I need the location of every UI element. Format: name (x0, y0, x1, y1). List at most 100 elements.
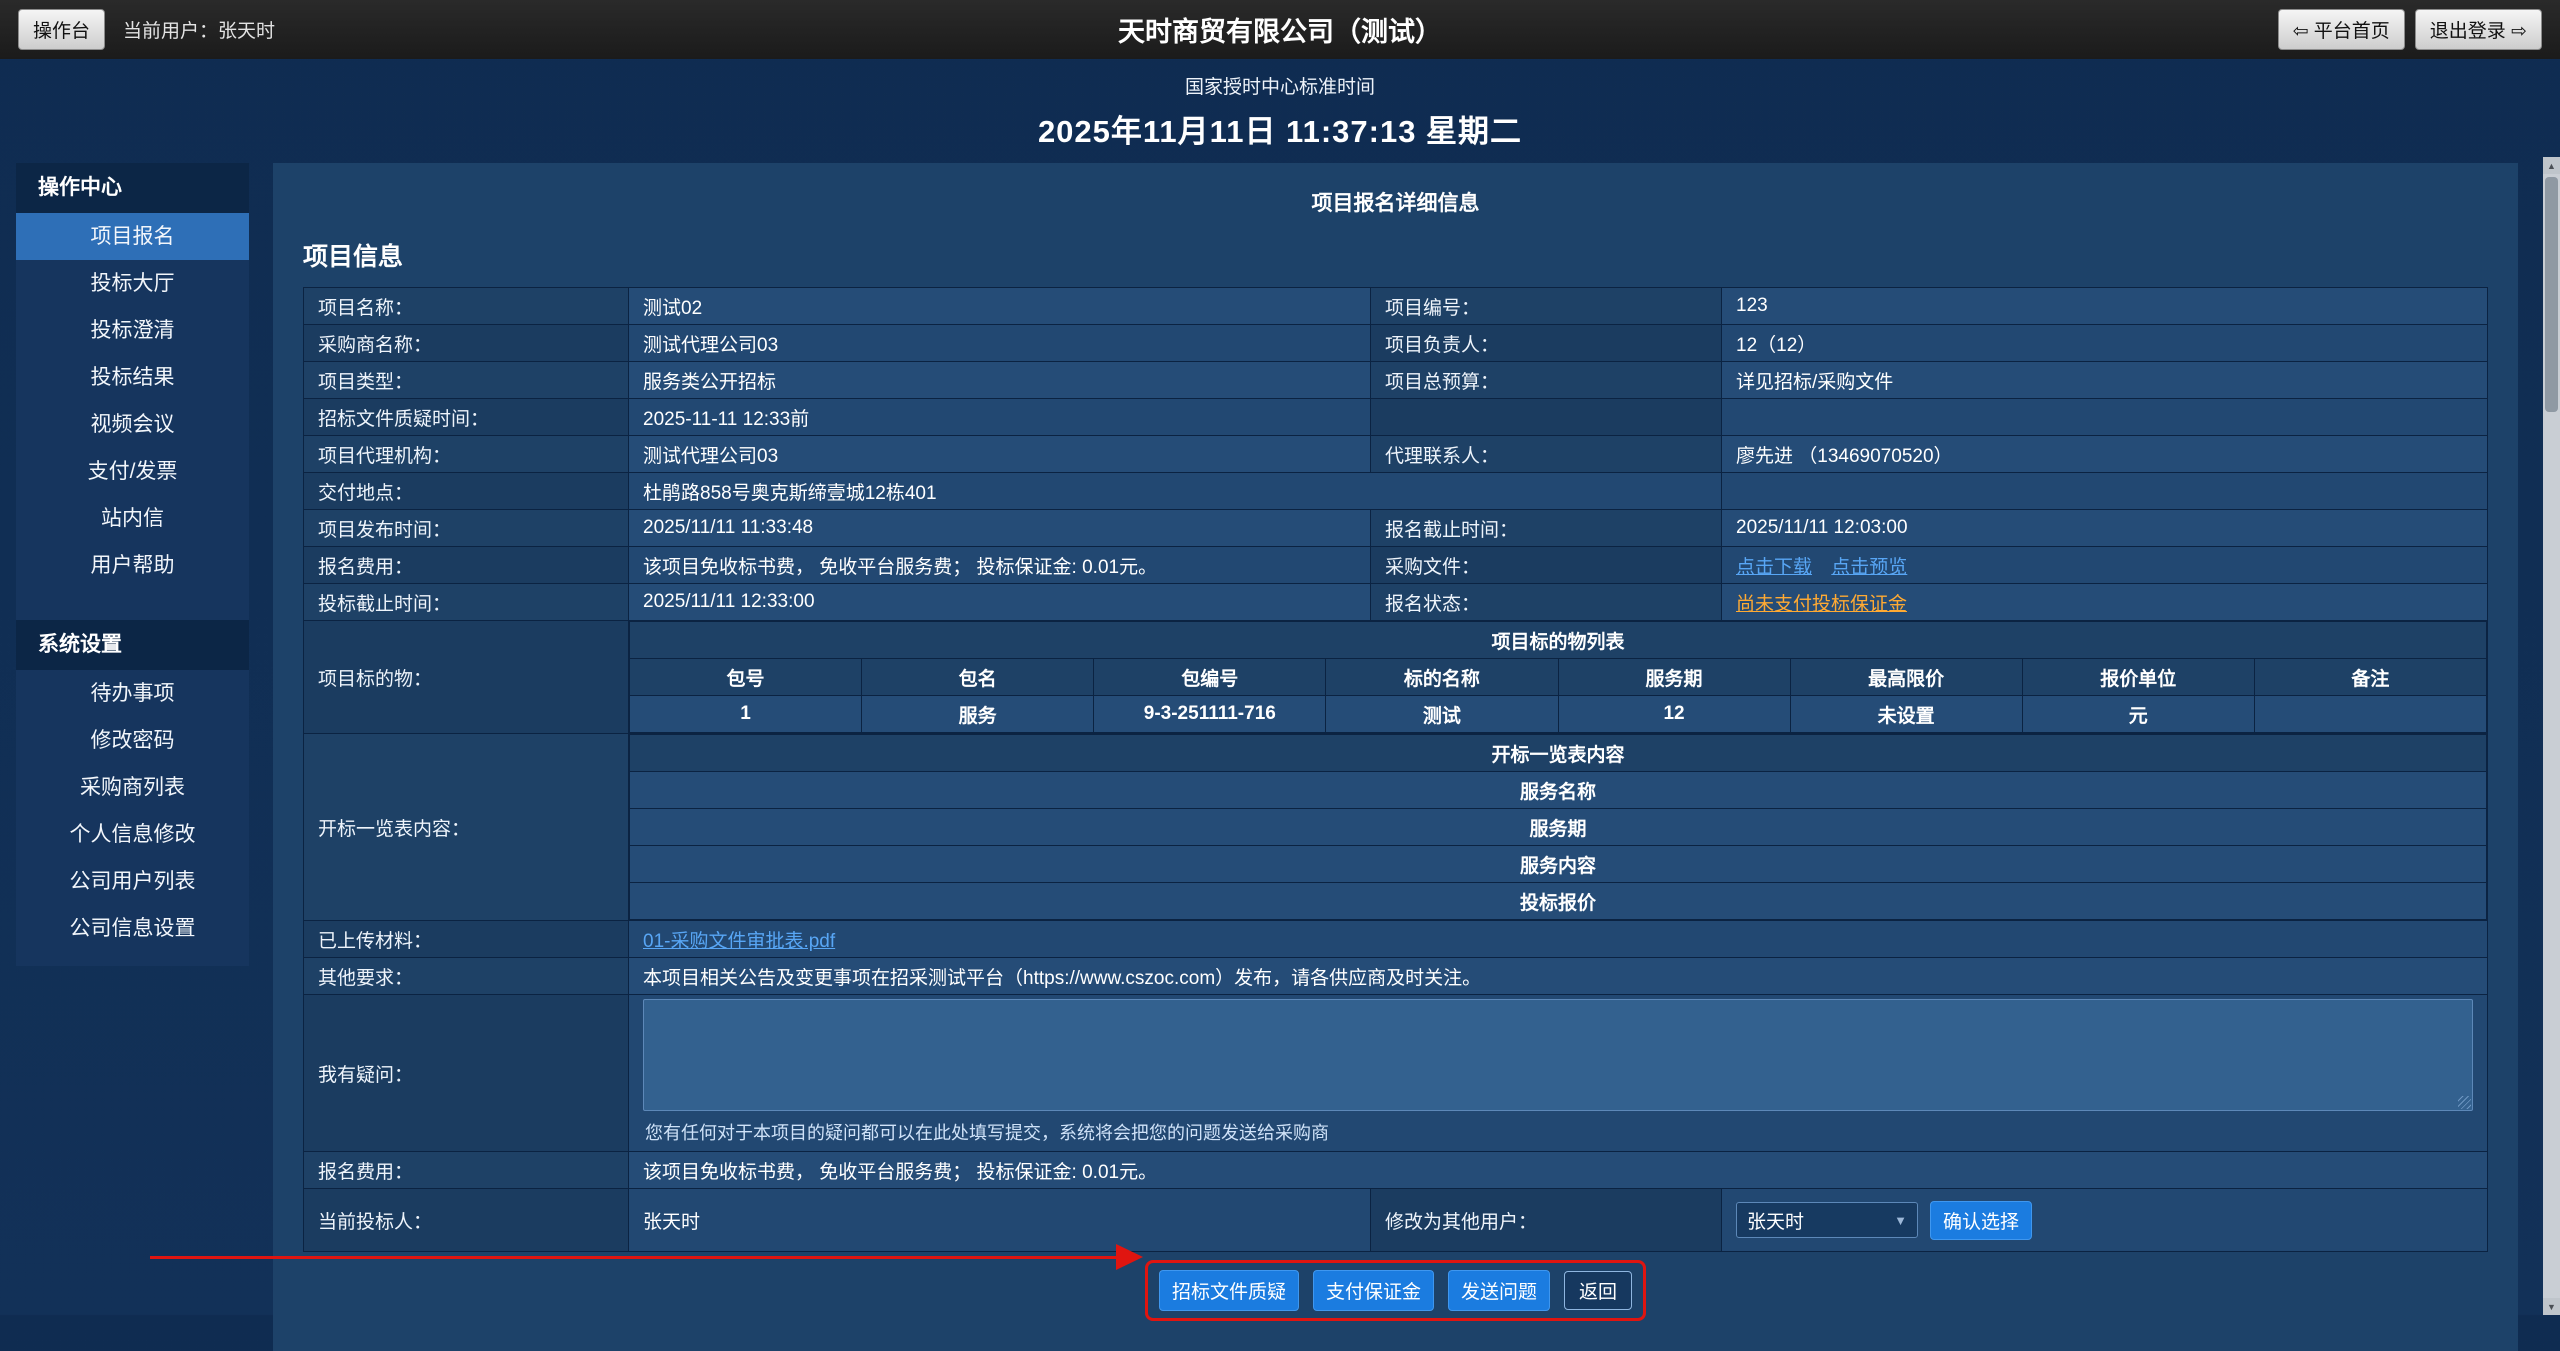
user-select[interactable]: 张天时 ▼ (1736, 1202, 1918, 1238)
publish-time-value: 2025/11/11 11:33:48 (629, 510, 1371, 547)
subjects-table-cell: 项目标的物列表 包号 包名 包编号 标的名称 服务期 最高限价 报价单位 (629, 621, 2488, 734)
table-row: 1 服务 9-3-251111-716 测试 12 未设置 元 (630, 696, 2487, 733)
topbar-left: 操作台 当前用户：张天时 (18, 9, 275, 50)
opening-row-service-period: 服务期 (630, 809, 2487, 846)
sidebar-item-project-signup[interactable]: 项目报名 (16, 213, 249, 260)
switch-user-cell: 张天时 ▼ 确认选择 (1722, 1189, 2488, 1252)
purchase-doc-label: 采购文件： (1371, 547, 1722, 584)
doc-question-button[interactable]: 招标文件质疑 (1159, 1270, 1299, 1311)
signup-deadline-label: 报名截止时间： (1371, 510, 1722, 547)
opening-row-service-content: 服务内容 (630, 846, 2487, 883)
table-row: 投标截止时间： 2025/11/11 12:33:00 报名状态： 尚未支付投标… (304, 584, 2488, 621)
table-row: 服务名称 (630, 772, 2487, 809)
signup-status-cell: 尚未支付投标保证金 (1722, 584, 2488, 621)
table-row: 采购商名称： 测试代理公司03 项目负责人： 12（12） (304, 325, 2488, 362)
delivery-label: 交付地点： (304, 473, 629, 510)
sidebar-item-company-settings[interactable]: 公司信息设置 (16, 905, 249, 952)
table-row-opening: 开标一览表内容： 开标一览表内容 服务名称 服务期 服务内容 投标报价 (304, 734, 2488, 921)
project-name-label: 项目名称： (304, 288, 629, 325)
table-row: 服务期 (630, 809, 2487, 846)
logout-button[interactable]: 退出登录 ⇨ (2415, 9, 2542, 50)
sidebar-item-video-meeting[interactable]: 视频会议 (16, 401, 249, 448)
table-row: 交付地点： 杜鹃路858号奥克斯缔壹城12栋401 (304, 473, 2488, 510)
scroll-down-icon[interactable]: ▼ (2543, 1298, 2560, 1315)
subjects-label: 项目标的物： (304, 621, 629, 734)
question-label: 我有疑问： (304, 995, 629, 1152)
sidebar-item-company-users[interactable]: 公司用户列表 (16, 858, 249, 905)
back-button[interactable]: 返回 (1564, 1271, 1632, 1310)
subjects-inner-table: 项目标的物列表 包号 包名 包编号 标的名称 服务期 最高限价 报价单位 (629, 621, 2487, 733)
standard-time-block: 国家授时中心标准时间 2025年11月11日 11:37:13 星期二 (0, 59, 2560, 163)
fee-label: 报名费用： (304, 547, 629, 584)
empty-cell (1371, 399, 1722, 436)
table-row: 开标一览表内容 (630, 735, 2487, 772)
scroll-up-icon[interactable]: ▲ (2543, 157, 2560, 174)
vertical-scrollbar[interactable]: ▲ ▼ (2543, 157, 2560, 1315)
confirm-select-button[interactable]: 确认选择 (1930, 1201, 2032, 1240)
subjects-header-service-period: 服务期 (1558, 659, 1790, 696)
sidebar-item-todo[interactable]: 待办事项 (16, 670, 249, 717)
sidebar-item-bid-clarification[interactable]: 投标澄清 (16, 307, 249, 354)
budget-value: 详见招标/采购文件 (1722, 362, 2488, 399)
company-title: 天时商贸有限公司（测试） (0, 10, 2560, 49)
subjects-header-remark: 备注 (2254, 659, 2486, 696)
doc-question-time-value: 2025-11-11 12:33前 (629, 399, 1371, 436)
purchaser-label: 采购商名称： (304, 325, 629, 362)
main-panel: 项目报名详细信息 项目信息 项目名称： 测试02 项目编号： 123 采购商名称… (273, 163, 2518, 1351)
scrollbar-thumb[interactable] (2545, 177, 2558, 412)
subjects-cell-subject-name: 测试 (1326, 696, 1558, 733)
subjects-header-pkg-name: 包名 (862, 659, 1094, 696)
question-textarea[interactable] (643, 999, 2473, 1111)
table-row: 项目发布时间： 2025/11/11 11:33:48 报名截止时间： 2025… (304, 510, 2488, 547)
sidebar-item-purchaser-list[interactable]: 采购商列表 (16, 764, 249, 811)
opening-table-cell: 开标一览表内容 服务名称 服务期 服务内容 投标报价 (629, 734, 2488, 921)
user-select-value: 张天时 (1747, 1207, 1804, 1234)
page-title: 项目报名详细信息 (303, 179, 2488, 231)
subjects-header-price-unit: 报价单位 (2022, 659, 2254, 696)
opening-inner-table: 开标一览表内容 服务名称 服务期 服务内容 投标报价 (629, 734, 2487, 920)
preview-link[interactable]: 点击预览 (1831, 557, 1907, 578)
sidebar-item-user-help[interactable]: 用户帮助 (16, 542, 249, 589)
table-row: 报名费用： 该项目免收标书费， 免收平台服务费； 投标保证金: 0.01元。 采… (304, 547, 2488, 584)
table-row: 招标文件质疑时间： 2025-11-11 12:33前 (304, 399, 2488, 436)
clock-label: 国家授时中心标准时间 (1185, 72, 1375, 99)
sidebar-item-bid-results[interactable]: 投标结果 (16, 354, 249, 401)
agency-label: 项目代理机构： (304, 436, 629, 473)
question-cell: 您有任何对于本项目的疑问都可以在此处填写提交，系统将会把您的问题发送给采购商 (629, 995, 2488, 1152)
agency-value: 测试代理公司03 (629, 436, 1371, 473)
sidebar-section-settings: 系统设置 (16, 620, 249, 670)
pay-deposit-button[interactable]: 支付保证金 (1313, 1270, 1434, 1311)
sidebar-item-change-password[interactable]: 修改密码 (16, 717, 249, 764)
subjects-cell-pkg-name: 服务 (862, 696, 1094, 733)
fee-bottom-value: 该项目免收标书费， 免收平台服务费； 投标保证金: 0.01元。 (629, 1152, 2488, 1189)
project-no-label: 项目编号： (1371, 288, 1722, 325)
subjects-header-pkg-no: 包号 (630, 659, 862, 696)
table-row: 报名费用： 该项目免收标书费， 免收平台服务费； 投标保证金: 0.01元。 (304, 1152, 2488, 1189)
platform-home-button[interactable]: ⇦ 平台首页 (2278, 9, 2405, 50)
purchaser-value: 测试代理公司03 (629, 325, 1371, 362)
uploaded-file-link[interactable]: 01-采购文件审批表.pdf (643, 931, 835, 952)
resize-handle-icon[interactable] (2458, 1096, 2471, 1109)
bid-deadline-value: 2025/11/11 12:33:00 (629, 584, 1371, 621)
console-button[interactable]: 操作台 (18, 9, 105, 50)
other-requirements-label: 其他要求： (304, 958, 629, 995)
subjects-cell-max-price: 未设置 (1790, 696, 2022, 733)
section-title-project-info: 项目信息 (303, 231, 2488, 287)
type-value: 服务类公开招标 (629, 362, 1371, 399)
type-label: 项目类型： (304, 362, 629, 399)
sidebar-item-bid-hall[interactable]: 投标大厅 (16, 260, 249, 307)
sidebar-section-operations: 操作中心 (16, 163, 249, 213)
sidebar-item-profile-edit[interactable]: 个人信息修改 (16, 811, 249, 858)
send-question-button[interactable]: 发送问题 (1448, 1270, 1550, 1311)
signup-status-link[interactable]: 尚未支付投标保证金 (1736, 594, 1907, 615)
sidebar-item-site-message[interactable]: 站内信 (16, 495, 249, 542)
action-bar: 招标文件质疑 支付保证金 发送问题 返回 (303, 1270, 2488, 1311)
budget-label: 项目总预算： (1371, 362, 1722, 399)
agent-contact-value: 廖先进 （13469070520） (1722, 436, 2488, 473)
table-row: 项目类型： 服务类公开招标 项目总预算： 详见招标/采购文件 (304, 362, 2488, 399)
sidebar-item-payment-invoice[interactable]: 支付/发票 (16, 448, 249, 495)
clock-datetime: 2025年11月11日 11:37:13 星期二 (1038, 106, 1522, 151)
leader-label: 项目负责人： (1371, 325, 1722, 362)
fee-value: 该项目免收标书费， 免收平台服务费； 投标保证金: 0.01元。 (629, 547, 1371, 584)
download-link[interactable]: 点击下载 (1736, 557, 1812, 578)
